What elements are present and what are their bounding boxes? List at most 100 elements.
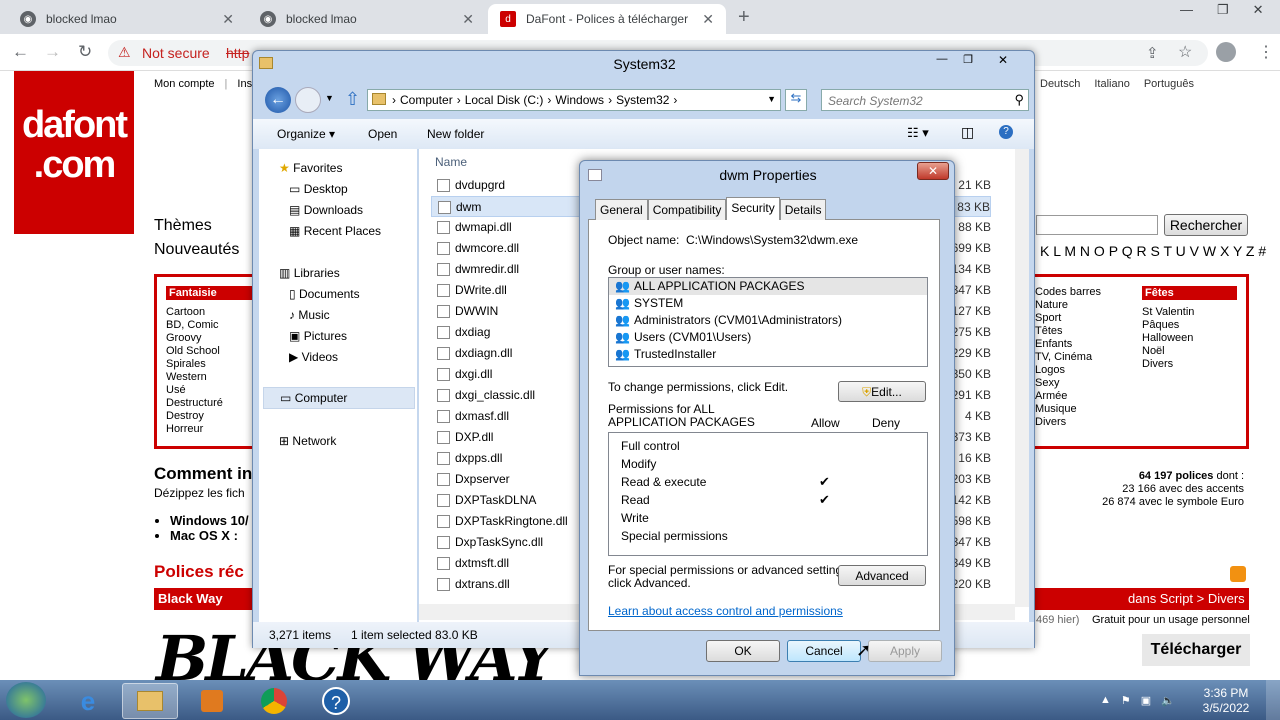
category-link[interactable]: Western <box>166 371 252 384</box>
nav-downloads[interactable]: ▤ Downloads <box>289 203 363 217</box>
nav-documents[interactable]: ▯ Documents <box>289 287 360 301</box>
reload-icon[interactable]: ↻ <box>78 42 92 62</box>
file-explorer-icon[interactable] <box>122 683 178 719</box>
category-link[interactable]: Sexy <box>1035 377 1135 390</box>
user-row[interactable]: 👥 Users (CVM01\Users) <box>609 329 927 346</box>
start-button[interactable] <box>6 682 46 718</box>
up-arrow-icon[interactable]: ⇧ <box>345 89 360 110</box>
category-link[interactable]: Musique <box>1035 403 1135 416</box>
new-tab-button[interactable]: + <box>738 6 750 29</box>
vertical-scrollbar[interactable] <box>1015 149 1029 607</box>
close-icon[interactable]: ✕ <box>981 53 1025 71</box>
tab-security[interactable]: Security <box>726 197 780 220</box>
help-icon[interactable]: ? <box>308 683 364 719</box>
nav-pictures[interactable]: ▣ Pictures <box>289 329 347 343</box>
url-text[interactable]: http <box>226 45 249 61</box>
category-link[interactable]: Halloween <box>1142 332 1237 345</box>
cat-title[interactable]: Fêtes <box>1142 286 1237 300</box>
back-icon[interactable]: ← <box>12 42 29 62</box>
apply-button[interactable]: Apply <box>868 640 942 662</box>
nav-recent[interactable]: ▦ Recent Places <box>289 224 381 238</box>
new-folder-button[interactable]: New folder <box>427 127 484 141</box>
column-header-name[interactable]: Name <box>435 155 467 169</box>
breadcrumb-computer[interactable]: Computer <box>400 93 453 107</box>
tab-compatibility[interactable]: Compatibility <box>647 199 727 220</box>
user-row[interactable]: 👥 ALL APPLICATION PACKAGES <box>609 278 927 295</box>
forward-icon[interactable] <box>295 87 321 113</box>
search-icon[interactable]: ⚲ <box>1014 92 1024 108</box>
close-icon[interactable]: ✕ <box>917 162 949 180</box>
font-name-link[interactable]: Black Way <box>158 591 223 606</box>
breadcrumb[interactable]: › Computer › Local Disk (C:) › Windows › Sy… <box>367 89 781 111</box>
favorites-section[interactable]: ★ Favorites <box>279 161 342 175</box>
tray-arrow-icon[interactable]: ▲ <box>1100 694 1111 707</box>
search-button[interactable]: Rechercher <box>1164 214 1248 236</box>
rss-icon[interactable] <box>1230 566 1246 582</box>
chevron-down-icon[interactable]: ▼ <box>325 93 334 103</box>
tab-3[interactable]: d DaFont - Polices à télécharger ✕ <box>488 4 726 34</box>
ok-button[interactable]: OK <box>706 640 780 662</box>
category-link[interactable]: Codes barres <box>1035 286 1135 299</box>
category-link[interactable]: Usé <box>166 384 252 397</box>
close-icon[interactable]: ✕ <box>462 11 474 28</box>
category-link[interactable]: Sport <box>1035 312 1135 325</box>
tab-general[interactable]: General <box>595 199 648 220</box>
internet-explorer-icon[interactable]: e <box>60 683 116 719</box>
nav-desktop[interactable]: ▭ Desktop <box>289 182 348 196</box>
category-link[interactable]: Old School <box>166 345 252 358</box>
profile-avatar[interactable] <box>1216 42 1236 62</box>
breadcrumb-disk[interactable]: Local Disk (C:) <box>465 93 544 107</box>
category-link[interactable]: Destructuré <box>166 397 252 410</box>
media-player-icon[interactable] <box>184 683 240 719</box>
network-icon[interactable]: ▣ <box>1141 694 1151 707</box>
maximize-icon[interactable]: ❐ <box>955 53 981 71</box>
minimize-icon[interactable]: — <box>929 53 955 71</box>
category-link[interactable]: Divers <box>1142 358 1237 371</box>
view-options-icon[interactable]: ☷ ▾ <box>907 125 929 141</box>
dafont-search-input[interactable] <box>1036 215 1158 235</box>
category-link[interactable]: Têtes <box>1035 325 1135 338</box>
alphabet-nav[interactable]: K L M N O P Q R S T U V W X Y Z # <box>1040 243 1266 259</box>
category-link[interactable]: Logos <box>1035 364 1135 377</box>
os-item[interactable]: Windows 10/ <box>170 513 249 528</box>
edit-button[interactable]: ⛨Edit... <box>838 381 926 402</box>
organize-button[interactable]: Organize ▾ <box>277 127 335 141</box>
clock[interactable]: 3:36 PM 3/5/2022 <box>1196 686 1256 716</box>
nav-music[interactable]: ♪ Music <box>289 308 330 322</box>
show-desktop-button[interactable] <box>1266 680 1280 720</box>
nav-new[interactable]: Nouveautés <box>154 241 239 259</box>
help-icon[interactable]: ? <box>999 125 1013 139</box>
cancel-button[interactable]: Cancel <box>787 640 861 662</box>
category-link[interactable]: Destroy <box>166 410 252 423</box>
breadcrumb-system32[interactable]: System32 <box>616 93 669 107</box>
minimize-icon[interactable]: — <box>1180 2 1193 18</box>
user-row[interactable]: 👥 TrustedInstaller <box>609 346 927 363</box>
close-icon[interactable]: ✕ <box>702 11 714 28</box>
bookmark-star-icon[interactable]: ☆ <box>1178 42 1192 62</box>
category-link[interactable]: St Valentin <box>1142 306 1237 319</box>
breadcrumb-windows[interactable]: Windows <box>555 93 604 107</box>
category-link[interactable]: Nature <box>1035 299 1135 312</box>
os-item[interactable]: Mac OS X : <box>170 528 249 543</box>
share-icon[interactable]: ⇪ <box>1146 44 1159 62</box>
close-icon[interactable]: ✕ <box>1253 2 1264 18</box>
maximize-icon[interactable]: ❐ <box>1217 2 1229 18</box>
refresh-icon[interactable]: ⇆ <box>785 89 807 111</box>
category-link[interactable]: Enfants <box>1035 338 1135 351</box>
category-link[interactable]: BD, Comic <box>166 319 252 332</box>
cat-title[interactable]: Fantaisie <box>166 286 252 300</box>
category-link[interactable]: Noël <box>1142 345 1237 358</box>
category-link[interactable]: Groovy <box>166 332 252 345</box>
explorer-search-input[interactable]: Search System32 ⚲ <box>821 89 1029 111</box>
category-link[interactable]: Armée <box>1035 390 1135 403</box>
security-label[interactable]: Not secure <box>142 45 210 61</box>
forward-icon[interactable]: → <box>44 42 61 62</box>
font-category-link[interactable]: dans Script > Divers <box>1128 591 1245 606</box>
learn-link[interactable]: Learn about access control and permissio… <box>608 604 843 618</box>
category-link[interactable]: Cartoon <box>166 306 252 319</box>
menu-icon[interactable]: ⋮ <box>1258 42 1274 62</box>
libraries-section[interactable]: ▥ Libraries <box>279 266 340 280</box>
lang-de[interactable]: Deutsch <box>1040 78 1080 90</box>
tab-details[interactable]: Details <box>779 199 827 220</box>
dafont-logo[interactable]: dafont .com <box>14 71 134 234</box>
